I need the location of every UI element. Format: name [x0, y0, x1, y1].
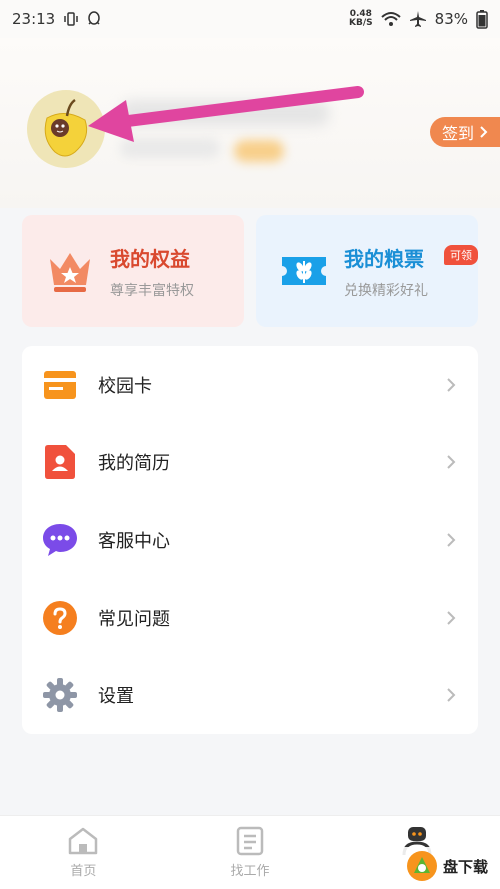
menu-label: 常见问题 [98, 608, 170, 630]
watermark-text: 盘下载 [442, 857, 488, 876]
airplane-icon [409, 11, 426, 27]
crown-icon [50, 253, 90, 292]
menu-item-settings[interactable]: 设置 [22, 656, 478, 734]
home-icon [69, 827, 98, 855]
menu-label: 设置 [98, 686, 134, 708]
chevron-right-icon [447, 378, 456, 392]
gear-icon [42, 677, 78, 713]
resume-icon [42, 444, 78, 480]
status-bar: 23:13 0.48 KB/S 83% [0, 0, 500, 38]
my-ticket-subtitle: 兑换精彩好礼 [344, 282, 428, 299]
watermark-icon [406, 851, 437, 881]
status-time: 23:13 [12, 10, 56, 28]
claimable-badge: 可领 [444, 245, 478, 265]
menu-item-faq[interactable]: 常见问题 [22, 579, 478, 657]
chevron-right-icon [447, 610, 456, 625]
chevron-right-icon [447, 688, 456, 702]
net-speed-unit: KB/S [349, 18, 373, 28]
annotation-arrow [88, 86, 364, 142]
signin-button[interactable]: 签到 [430, 117, 500, 147]
my-rights-card[interactable]: 我的权益 尊享丰富特权 [22, 215, 244, 327]
chevron-right-icon [480, 126, 488, 138]
battery-icon [476, 10, 488, 29]
menu-label: 我的简历 [98, 453, 170, 475]
menu-item-resume[interactable]: 我的简历 [22, 424, 478, 502]
ticket-icon [282, 257, 326, 285]
menu-label: 客服中心 [98, 530, 170, 552]
jobs-icon [236, 826, 264, 856]
chat-icon [42, 522, 78, 558]
net-speed: 0.48 KB/S [349, 10, 373, 28]
menu-label: 校园卡 [98, 375, 152, 397]
menu-list: 校园卡 我的简历 客服中心 常见问题 设置 [22, 346, 478, 734]
my-rights-subtitle: 尊享丰富特权 [110, 282, 194, 299]
watermark-logo: 盘下载 [398, 847, 494, 885]
menu-item-customer-service[interactable]: 客服中心 [22, 501, 478, 579]
my-rights-text: 我的权益 尊享丰富特权 [110, 243, 194, 300]
tab-jobs[interactable]: 找工作 [190, 826, 310, 879]
chevron-right-icon [447, 455, 456, 470]
my-ticket-title: 我的粮票 [344, 246, 424, 271]
vibrate-icon [64, 12, 78, 26]
card-icon [42, 367, 78, 403]
menu-item-campus-card[interactable]: 校园卡 [22, 346, 478, 424]
question-icon [42, 600, 78, 636]
status-right: 0.48 KB/S 83% [349, 9, 488, 29]
tab-label: 首页 [70, 864, 97, 879]
battery-percent: 83% [434, 10, 468, 28]
tab-label: 找工作 [230, 864, 270, 879]
wifi-icon [380, 12, 401, 26]
my-ticket-text: 我的粮票 兑换精彩好礼 [344, 243, 428, 300]
signin-label: 签到 [442, 124, 475, 143]
my-ticket-card[interactable]: 我的粮票 兑换精彩好礼 [256, 215, 478, 327]
my-rights-title: 我的权益 [110, 246, 190, 271]
qq-icon [88, 11, 100, 25]
chevron-right-icon [447, 533, 456, 547]
tab-home[interactable]: 首页 [23, 826, 143, 879]
status-left: 23:13 [12, 10, 101, 28]
